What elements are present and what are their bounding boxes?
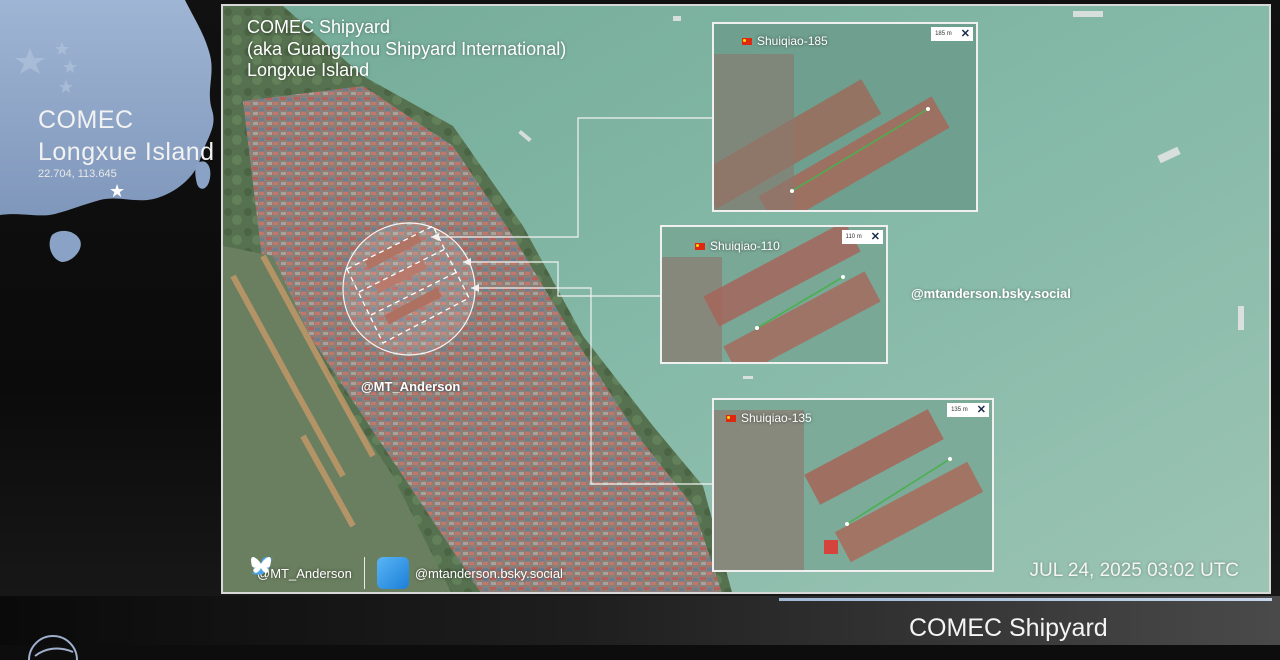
panel-label: Shuiqiao-110 (695, 239, 780, 253)
close-icon[interactable]: ✕ (977, 404, 986, 416)
satellite-map: COMEC Shipyard (aka Guangzhou Shipyard I… (221, 4, 1271, 594)
inset-title-line1: COMEC (38, 106, 134, 134)
inset-title-line2: Longxue Island (38, 138, 215, 166)
map-title: COMEC Shipyard (aka Guangzhou Shipyard I… (247, 17, 566, 82)
inspection-panel-185: Shuiqiao-185 185 m ✕ (712, 22, 978, 212)
map-title-line3: Longxue Island (247, 60, 370, 80)
inspection-panel-110: Shuiqiao-110 110 m ✕ (660, 225, 888, 364)
scale-value: 110 m (845, 234, 862, 240)
ship-name: Shuiqiao-110 (710, 239, 780, 253)
bluesky-handle[interactable]: @mtanderson.bsky.social (415, 566, 563, 581)
social-bar: @MT_Anderson @mtanderson.bsky.social (251, 556, 563, 590)
timestamp: JUL 24, 2025 03:02 UTC (1029, 560, 1239, 581)
scale-value: 135 m (951, 407, 968, 413)
china-flag-icon (742, 37, 752, 45)
china-flag-icon (726, 414, 736, 422)
star-icon: ★ (109, 181, 126, 201)
scale-box: 110 m ✕ (841, 230, 883, 244)
handle-right: @mtanderson.bsky.social (911, 286, 1071, 301)
scale-value: 185 m (935, 31, 952, 37)
close-icon[interactable]: ✕ (961, 28, 970, 40)
china-flag-icon (695, 242, 705, 250)
handle-center: @MT_Anderson (361, 379, 461, 394)
map-title-line2: (aka Guangzhou Shipyard International) (247, 38, 567, 59)
panel-imagery (714, 400, 992, 570)
inspection-panel-135: Shuiqiao-135 135 m ✕ (712, 398, 994, 572)
divider (363, 557, 365, 589)
panel-label: Shuiqiao-135 (726, 411, 812, 425)
close-icon[interactable]: ✕ (871, 231, 880, 243)
inset-coordinates: 22.704, 113.645 (38, 168, 117, 180)
footer-title: COMEC Shipyard (909, 614, 1108, 642)
panel-label: Shuiqiao-185 (742, 34, 828, 48)
footer-accent-line (779, 598, 1272, 601)
bluesky-icon (251, 557, 409, 589)
scale-box: 135 m ✕ (947, 403, 989, 417)
emblem-logo (28, 635, 78, 660)
ship-name: Shuiqiao-135 (741, 411, 812, 425)
inset-title: COMEC Longxue Island (38, 104, 215, 168)
ship-name: Shuiqiao-185 (757, 34, 828, 48)
scale-box: 185 m ✕ (931, 27, 973, 41)
map-title-line1: COMEC Shipyard (247, 17, 391, 37)
panel-imagery (714, 24, 976, 210)
